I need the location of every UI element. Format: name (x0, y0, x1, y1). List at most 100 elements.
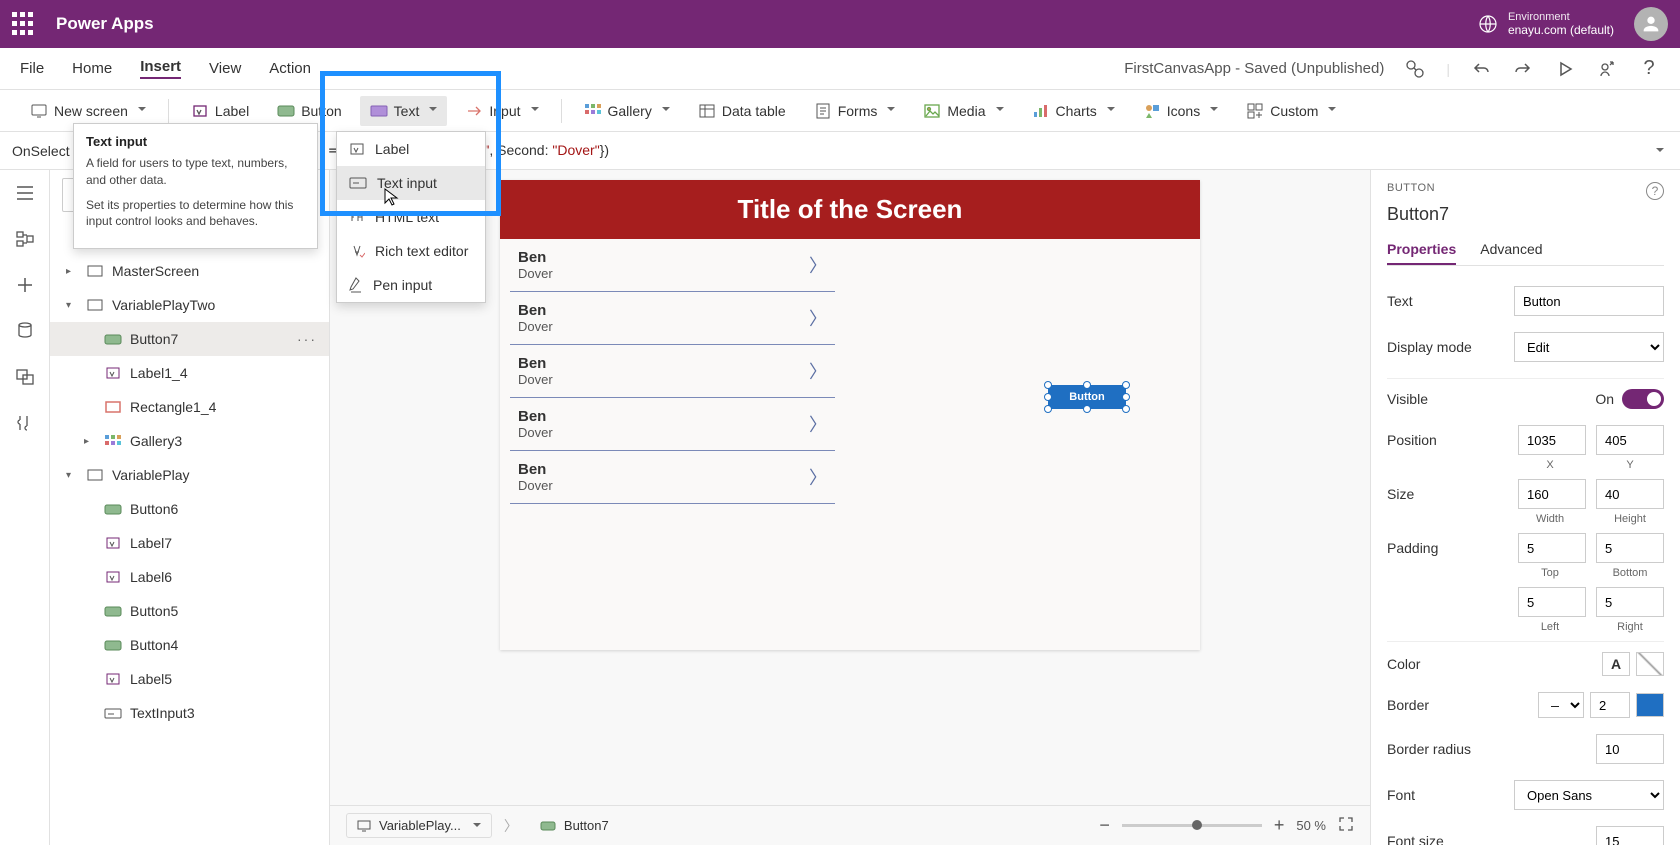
gallery-item[interactable]: BenDover〉 (510, 239, 835, 292)
prop-displaymode-select[interactable]: Edit (1514, 332, 1664, 362)
tab-properties[interactable]: Properties (1387, 235, 1456, 265)
tree-node[interactable]: Label5 (50, 662, 329, 696)
data-icon[interactable] (14, 320, 36, 342)
tree-node-icon (86, 466, 104, 484)
tree-node-icon (104, 330, 122, 348)
dd-pen-input[interactable]: Pen input (337, 268, 485, 302)
dd-text-input[interactable]: Text input (337, 166, 485, 200)
radius-input[interactable] (1596, 734, 1664, 764)
fontsize-input[interactable] (1596, 826, 1664, 845)
tree-node[interactable]: Label7 (50, 526, 329, 560)
chevron-right-icon[interactable]: 〉 (809, 305, 827, 331)
hamburger-icon[interactable] (14, 182, 36, 204)
pos-x-input[interactable] (1518, 425, 1586, 455)
tree-node[interactable]: Label6 (50, 560, 329, 594)
media-rail-icon[interactable] (14, 366, 36, 388)
visible-toggle[interactable] (1622, 389, 1664, 409)
pad-t-input[interactable] (1518, 533, 1586, 563)
new-screen-button[interactable]: New screen (20, 96, 156, 126)
canvas-selected-button[interactable]: Button (1048, 385, 1126, 409)
gallery-item[interactable]: BenDover〉 (510, 451, 835, 504)
tree-node-icon (86, 296, 104, 314)
gallery-button[interactable]: Gallery (574, 96, 680, 126)
fit-icon[interactable] (1338, 816, 1354, 835)
chevron-right-icon[interactable]: 〉 (809, 464, 827, 490)
dd-label[interactable]: Label (337, 132, 485, 166)
text-button[interactable]: Text (360, 96, 448, 126)
tree-node[interactable]: Rectangle1_4 (50, 390, 329, 424)
input-button[interactable]: Input (455, 96, 548, 126)
share-icon[interactable] (1596, 58, 1618, 80)
tree-node[interactable]: ▸MasterScreen (50, 254, 329, 288)
border-color-swatch[interactable] (1636, 693, 1664, 717)
app-checker-icon[interactable] (1404, 58, 1426, 80)
breadcrumb-screen[interactable]: VariablePlay... (346, 813, 492, 838)
tree-node[interactable]: Label1_4 (50, 356, 329, 390)
border-style-select[interactable]: — (1538, 692, 1584, 718)
tree-node[interactable]: Button5 (50, 594, 329, 628)
app-canvas[interactable]: Title of the Screen BenDover〉BenDover〉Be… (500, 180, 1200, 650)
app-launcher-icon[interactable] (12, 12, 36, 36)
formula-expand-icon[interactable] (1636, 143, 1680, 159)
menu-insert[interactable]: Insert (140, 58, 181, 79)
size-w-input[interactable] (1518, 479, 1586, 509)
tree-view-icon[interactable] (14, 228, 36, 250)
menu-file[interactable]: File (20, 60, 44, 77)
charts-button[interactable]: Charts (1022, 96, 1125, 126)
label-button[interactable]: Label (181, 96, 259, 126)
custom-button[interactable]: Custom (1236, 96, 1346, 126)
border-width-input[interactable] (1590, 692, 1630, 718)
chart-icon (1032, 102, 1050, 120)
button-button[interactable]: Button (267, 96, 351, 126)
gallery-item[interactable]: BenDover〉 (510, 398, 835, 451)
add-icon[interactable] (14, 274, 36, 296)
color-swatch[interactable] (1636, 652, 1664, 676)
help-icon[interactable]: ? (1638, 58, 1660, 80)
zoom-in-icon[interactable]: + (1274, 815, 1285, 836)
gallery-item[interactable]: BenDover〉 (510, 292, 835, 345)
icons-button[interactable]: Icons (1133, 96, 1228, 126)
tree-node[interactable]: Button7··· (50, 322, 329, 356)
pos-y-input[interactable] (1596, 425, 1664, 455)
environment-label[interactable]: Environment enayu.com (default) (1508, 11, 1614, 37)
tree-node[interactable]: ▾VariablePlay (50, 458, 329, 492)
size-h-input[interactable] (1596, 479, 1664, 509)
pad-b-input[interactable] (1596, 533, 1664, 563)
pad-r-input[interactable] (1596, 587, 1664, 617)
menu-action[interactable]: Action (269, 60, 311, 77)
dd-rich-text[interactable]: Rich text editor (337, 234, 485, 268)
help-circle-icon[interactable]: ? (1646, 182, 1664, 200)
chevron-right-icon[interactable]: 〉 (809, 411, 827, 437)
app-title: Power Apps (56, 14, 1478, 34)
menu-view[interactable]: View (209, 60, 241, 77)
font-select[interactable]: Open Sans (1514, 780, 1664, 810)
chevron-right-icon[interactable]: 〉 (809, 358, 827, 384)
tree-node[interactable]: Button6 (50, 492, 329, 526)
media-button[interactable]: Media (913, 96, 1013, 126)
tree-node-icon (104, 398, 122, 416)
zoom-out-icon[interactable]: − (1099, 815, 1110, 836)
breadcrumb-control[interactable]: Button7 (530, 814, 619, 837)
pad-l-input[interactable] (1518, 587, 1586, 617)
zoom-slider[interactable] (1122, 824, 1262, 827)
chevron-right-icon[interactable]: 〉 (809, 252, 827, 278)
menu-home[interactable]: Home (72, 60, 112, 77)
undo-icon[interactable] (1470, 58, 1492, 80)
tree-node[interactable]: Button4 (50, 628, 329, 662)
redo-icon[interactable] (1512, 58, 1534, 80)
left-rail (0, 170, 50, 845)
forms-button[interactable]: Forms (804, 96, 906, 126)
data-table-button[interactable]: Data table (688, 96, 796, 126)
tree-node[interactable]: TextInput3 (50, 696, 329, 730)
user-avatar[interactable] (1634, 7, 1668, 41)
play-icon[interactable] (1554, 58, 1576, 80)
dd-html-text[interactable]: HTML text (337, 200, 485, 234)
gallery-item[interactable]: BenDover〉 (510, 345, 835, 398)
input-icon (465, 102, 483, 120)
prop-text-input[interactable] (1514, 286, 1664, 316)
tree-node[interactable]: ▾VariablePlayTwo (50, 288, 329, 322)
tree-node[interactable]: ▸Gallery3 (50, 424, 329, 458)
tools-icon[interactable] (14, 412, 36, 434)
formula-input[interactable]: = Collection, {First: "Ben", Second: "Do… (317, 142, 1636, 159)
tab-advanced[interactable]: Advanced (1480, 235, 1542, 265)
